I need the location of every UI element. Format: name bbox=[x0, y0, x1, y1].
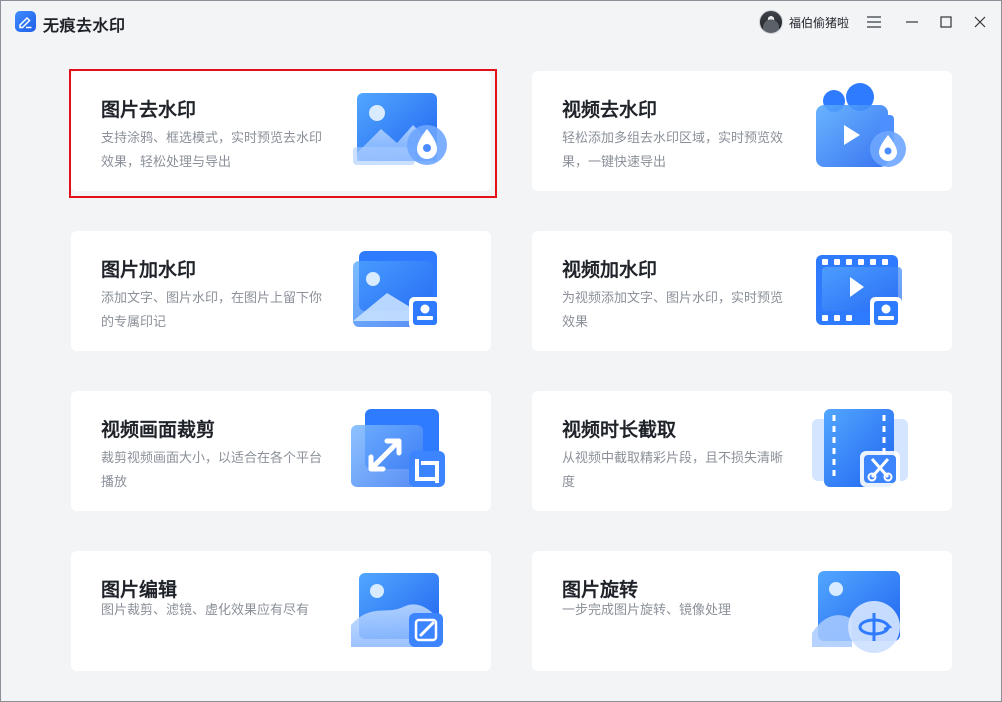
card-description: 一步完成图片旋转、镜像处理 bbox=[562, 603, 732, 618]
card-title: 图片编辑 bbox=[101, 579, 178, 601]
image-rotate-icon bbox=[812, 571, 900, 653]
close-icon bbox=[974, 16, 986, 28]
card-description: 添加文字、图片水印，在图片上留下你的专属印记 bbox=[101, 291, 323, 330]
close-button[interactable] bbox=[969, 11, 991, 33]
card-image-edit[interactable]: 图片编辑 图片裁剪、滤镜、虚化效果应有尽有 bbox=[71, 551, 491, 671]
username[interactable]: 福伯偷猪啦 bbox=[789, 14, 849, 31]
card-description: 裁剪视频画面大小，以适合在各个平台播放 bbox=[101, 451, 323, 490]
video-add-watermark-icon bbox=[816, 255, 902, 329]
app-window: 无痕去水印 福伯偷猪啦 图片去水印 支持涂鸦、框选模式，实时预览去水印效果，轻松… bbox=[0, 0, 1002, 702]
card-video-trim[interactable]: 视频时长截取 从视频中截取精彩片段，且不损失清晰度 bbox=[532, 391, 952, 511]
card-title: 视频时长截取 bbox=[562, 419, 677, 441]
card-title: 图片加水印 bbox=[101, 259, 197, 281]
maximize-icon bbox=[940, 16, 952, 28]
card-image-add-watermark[interactable]: 图片加水印 添加文字、图片水印，在图片上留下你的专属印记 bbox=[71, 231, 491, 351]
card-video-add-watermark[interactable]: 视频加水印 为视频添加文字、图片水印，实时预览效果 bbox=[532, 231, 952, 351]
card-video-remove-watermark[interactable]: 视频去水印 轻松添加多组去水印区域，实时预览效果，一键快速导出 bbox=[532, 71, 952, 191]
card-title: 视频画面裁剪 bbox=[101, 419, 216, 441]
video-trim-icon bbox=[812, 409, 908, 487]
card-description: 图片裁剪、滤镜、虚化效果应有尽有 bbox=[101, 603, 310, 618]
card-image-rotate[interactable]: 图片旋转 一步完成图片旋转、镜像处理 bbox=[532, 551, 952, 671]
menu-button[interactable] bbox=[863, 11, 885, 33]
card-title: 图片旋转 bbox=[562, 579, 639, 601]
card-title: 视频加水印 bbox=[562, 259, 658, 281]
card-video-crop[interactable]: 视频画面裁剪 裁剪视频画面大小，以适合在各个平台播放 bbox=[71, 391, 491, 511]
video-crop-icon bbox=[351, 409, 445, 487]
card-description: 轻松添加多组去水印区域，实时预览效果，一键快速导出 bbox=[562, 131, 784, 170]
card-description: 为视频添加文字、图片水印，实时预览效果 bbox=[562, 291, 784, 330]
maximize-button[interactable] bbox=[935, 11, 957, 33]
avatar[interactable] bbox=[759, 10, 783, 34]
image-remove-watermark-icon bbox=[353, 93, 447, 165]
app-logo-icon bbox=[15, 11, 36, 32]
card-description: 从视频中截取精彩片段，且不损失清晰度 bbox=[562, 451, 784, 490]
minimize-icon bbox=[906, 21, 918, 23]
card-image-remove-watermark[interactable]: 图片去水印 支持涂鸦、框选模式，实时预览去水印效果，轻松处理与导出 bbox=[71, 71, 491, 191]
app-title: 无痕去水印 bbox=[43, 16, 126, 35]
card-title: 图片去水印 bbox=[101, 99, 197, 121]
minimize-button[interactable] bbox=[901, 11, 923, 33]
title-bar: 无痕去水印 福伯偷猪啦 bbox=[1, 1, 1001, 43]
card-description: 支持涂鸦、框选模式，实时预览去水印效果，轻松处理与导出 bbox=[101, 131, 323, 170]
image-edit-icon bbox=[351, 573, 443, 647]
hamburger-menu-icon bbox=[867, 16, 881, 28]
image-add-watermark-icon bbox=[353, 251, 441, 329]
video-remove-watermark-icon bbox=[816, 83, 906, 167]
card-title: 视频去水印 bbox=[562, 99, 658, 121]
user-account[interactable]: 福伯偷猪啦 bbox=[759, 10, 849, 34]
